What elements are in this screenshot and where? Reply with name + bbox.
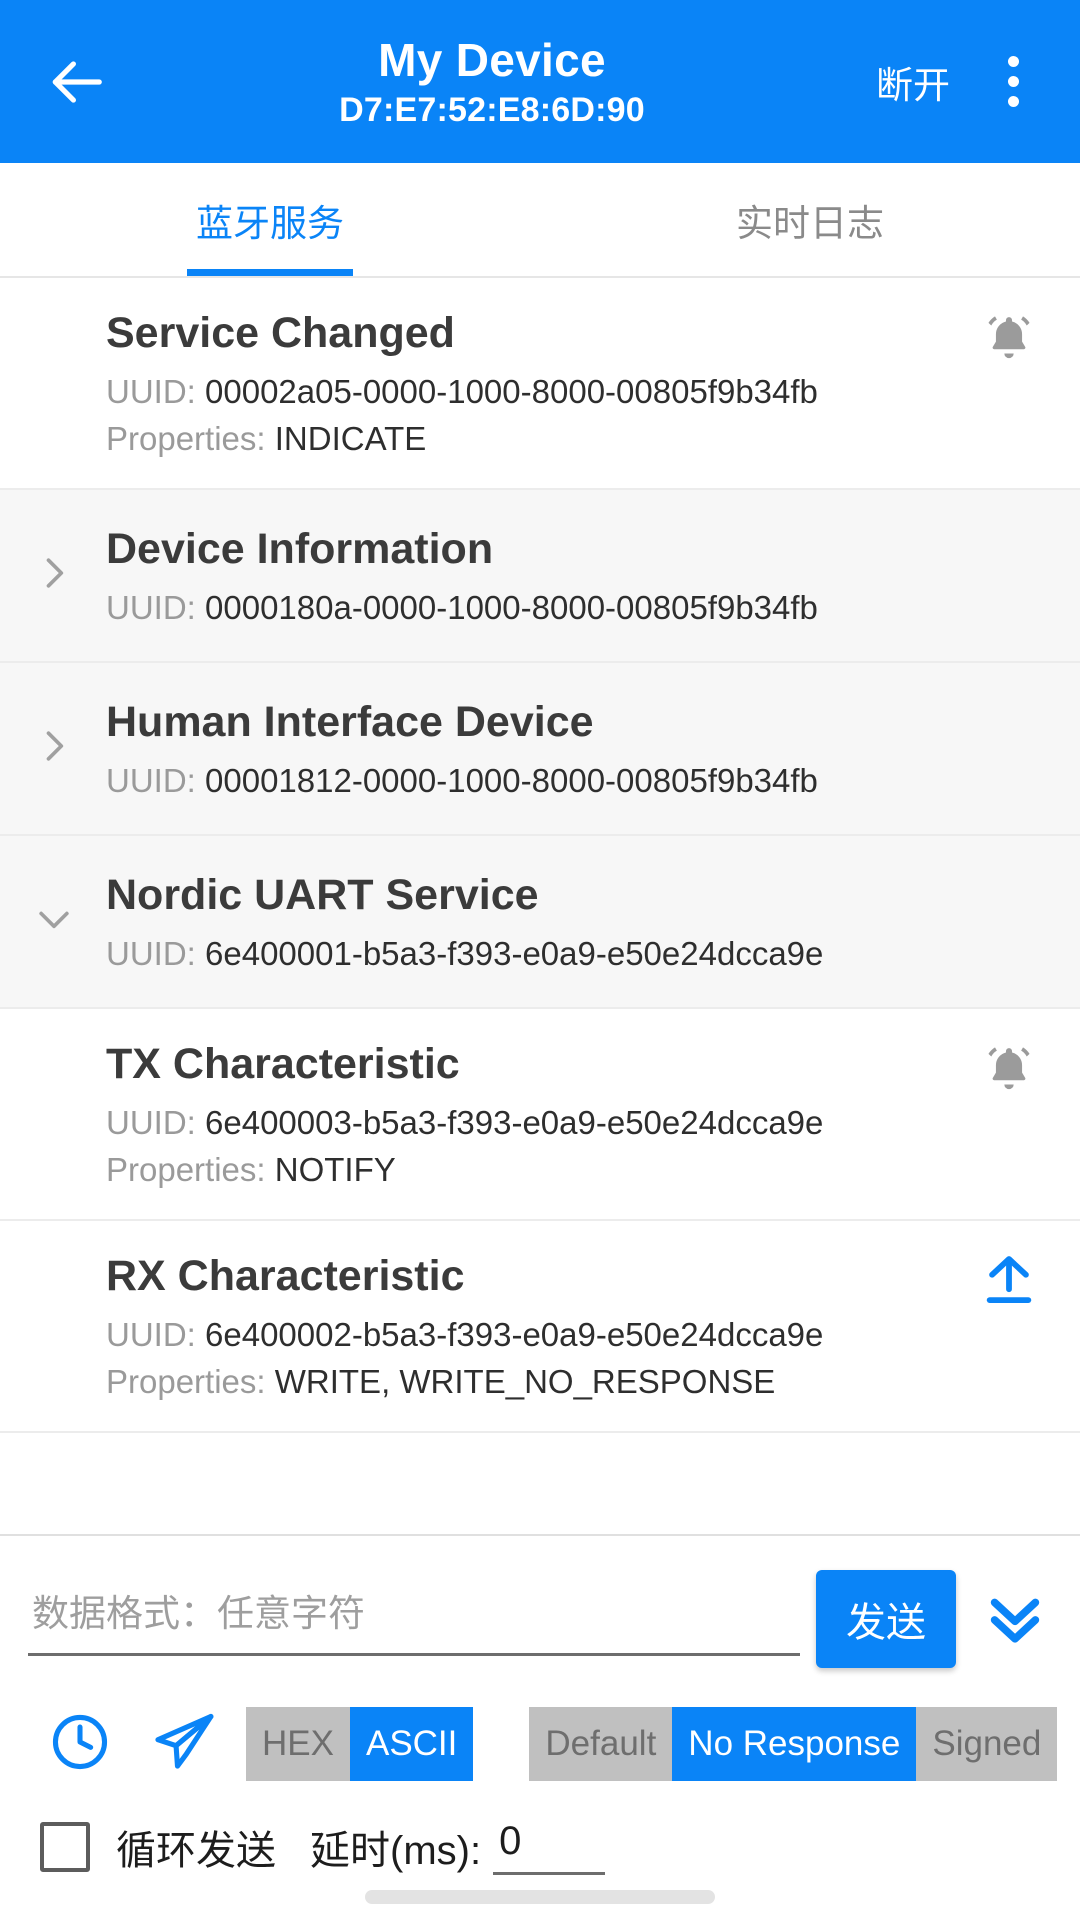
uuid-value: 6e400003-b5a3-f393-e0a9-e50e24dcca9e [205, 1104, 824, 1141]
device-address: D7:E7:52:E8:6D:90 [339, 90, 645, 129]
app-bar-titles: My Device D7:E7:52:E8:6D:90 [124, 32, 870, 132]
expand-panel-button[interactable] [972, 1576, 1058, 1662]
bell-notify-icon [981, 311, 1037, 372]
data-format-segmented-control[interactable]: HEX ASCII [246, 1707, 474, 1781]
chevron-right-icon [32, 724, 76, 773]
item-properties-line: Properties: WRITE, WRITE_NO_RESPONSE [106, 1358, 1040, 1405]
tab-bluetooth-services[interactable]: 蓝牙服务 [0, 163, 540, 276]
tab-label: 实时日志 [736, 202, 884, 244]
service-list[interactable]: Service Changed UUID: 00002a05-0000-1000… [0, 278, 1080, 1534]
delay-input[interactable] [493, 1819, 606, 1875]
list-item-rx-characteristic[interactable]: RX Characteristic UUID: 6e400002-b5a3-f3… [0, 1221, 1080, 1433]
item-uuid-line: UUID: 6e400002-b5a3-f393-e0a9-e50e24dcca… [106, 1311, 1040, 1358]
item-title: RX Characteristic [106, 1252, 465, 1300]
chevron-double-down-icon [980, 1582, 1050, 1657]
uuid-label: UUID: [106, 1316, 196, 1353]
expand-toggle[interactable] [30, 490, 78, 661]
list-item-device-information[interactable]: Device Information UUID: 0000180a-0000-1… [0, 490, 1080, 663]
write-button[interactable] [972, 1247, 1046, 1321]
segment-signed[interactable]: Signed [916, 1707, 1058, 1781]
bluetooth-device-screen: My Device D7:E7:52:E8:6D:90 断开 蓝牙服务 实时日志… [0, 0, 1080, 1920]
uuid-label: UUID: [106, 935, 196, 972]
paper-plane-icon [150, 1708, 218, 1781]
send-panel: 发送 [0, 1534, 1080, 1876]
list-item-human-interface-device[interactable]: Human Interface Device UUID: 00001812-00… [0, 663, 1080, 836]
segment-ascii[interactable]: ASCII [349, 1707, 474, 1781]
back-button[interactable] [28, 34, 124, 130]
chevron-down-icon [32, 897, 76, 946]
expand-toggle[interactable] [30, 663, 78, 834]
properties-label: Properties: [106, 1151, 266, 1188]
page-title: My Device [378, 33, 606, 86]
properties-label: Properties: [106, 1363, 266, 1400]
item-title: TX Characteristic [106, 1040, 460, 1088]
properties-value: WRITE, WRITE_NO_RESPONSE [274, 1363, 776, 1400]
item-title: Device Information [106, 525, 494, 573]
segment-default[interactable]: Default [529, 1707, 673, 1781]
uuid-label: UUID: [106, 762, 196, 799]
item-uuid-line: UUID: 6e400001-b5a3-f393-e0a9-e50e24dcca… [106, 930, 1040, 977]
item-uuid-line: UUID: 00002a05-0000-1000-8000-00805f9b34… [106, 368, 1040, 415]
tab-bar: 蓝牙服务 实时日志 [0, 163, 1080, 278]
arrow-left-icon [45, 51, 107, 113]
chevron-right-icon [32, 551, 76, 600]
clock-icon [48, 1710, 112, 1779]
overflow-dot [1007, 76, 1019, 87]
write-type-segmented-control[interactable]: Default No Response Signed [529, 1707, 1058, 1781]
bell-notify-icon [981, 1042, 1037, 1103]
notify-toggle-button[interactable] [972, 304, 1046, 378]
item-properties-line: Properties: INDICATE [106, 415, 1040, 462]
collapse-toggle[interactable] [30, 836, 78, 1007]
notify-toggle-button[interactable] [972, 1035, 1046, 1109]
uuid-value: 00001812-0000-1000-8000-00805f9b34fb [205, 762, 818, 799]
disconnect-button[interactable]: 断开 [870, 41, 956, 123]
item-title: Nordic UART Service [106, 871, 539, 919]
delay-label: 延时(ms): [310, 1829, 482, 1873]
home-indicator [365, 1890, 715, 1904]
item-title: Service Changed [106, 309, 455, 357]
send-options-row: HEX ASCII Default No Response Signed [0, 1668, 1080, 1790]
segment-hex[interactable]: HEX [246, 1707, 350, 1781]
uuid-value: 0000180a-0000-1000-8000-00805f9b34fb [205, 589, 818, 626]
list-item-nordic-uart-service[interactable]: Nordic UART Service UUID: 6e400001-b5a3-… [0, 836, 1080, 1009]
send-button[interactable]: 发送 [816, 1570, 956, 1668]
list-item-tx-characteristic[interactable]: TX Characteristic UUID: 6e400003-b5a3-f3… [0, 1009, 1080, 1221]
uuid-value: 00002a05-0000-1000-8000-00805f9b34fb [205, 373, 818, 410]
list-item-service-changed[interactable]: Service Changed UUID: 00002a05-0000-1000… [0, 278, 1080, 490]
app-bar: My Device D7:E7:52:E8:6D:90 断开 [0, 0, 1080, 163]
quick-send-button[interactable] [132, 1698, 236, 1790]
item-uuid-line: UUID: 6e400003-b5a3-f393-e0a9-e50e24dcca… [106, 1099, 1040, 1146]
more-vertical-icon[interactable] [974, 34, 1052, 130]
loop-send-label: 循环发送 [116, 1829, 276, 1873]
history-button[interactable] [28, 1698, 132, 1790]
uuid-value: 6e400001-b5a3-f393-e0a9-e50e24dcca9e [205, 935, 824, 972]
uuid-label: UUID: [106, 589, 196, 626]
send-input-row: 发送 [0, 1554, 1080, 1668]
tab-label: 蓝牙服务 [196, 202, 344, 244]
upload-icon [980, 1253, 1038, 1316]
properties-value: NOTIFY [274, 1151, 396, 1188]
loop-send-row: 循环发送 延时(ms): [0, 1790, 1080, 1876]
data-input[interactable] [28, 1582, 800, 1656]
segment-no-response[interactable]: No Response [672, 1707, 917, 1781]
tab-realtime-log[interactable]: 实时日志 [540, 163, 1080, 276]
item-properties-line: Properties: NOTIFY [106, 1146, 1040, 1193]
overflow-dot [1007, 96, 1019, 107]
uuid-value: 6e400002-b5a3-f393-e0a9-e50e24dcca9e [205, 1316, 824, 1353]
properties-label: Properties: [106, 420, 266, 457]
item-title: Human Interface Device [106, 698, 594, 746]
item-uuid-line: UUID: 0000180a-0000-1000-8000-00805f9b34… [106, 584, 1040, 631]
properties-value: INDICATE [274, 420, 427, 457]
uuid-label: UUID: [106, 1104, 196, 1141]
uuid-label: UUID: [106, 373, 196, 410]
navigation-hint-bar [0, 1876, 1080, 1920]
item-uuid-line: UUID: 00001812-0000-1000-8000-00805f9b34… [106, 757, 1040, 804]
overflow-dot [1007, 56, 1019, 67]
loop-send-checkbox[interactable] [40, 1822, 90, 1872]
